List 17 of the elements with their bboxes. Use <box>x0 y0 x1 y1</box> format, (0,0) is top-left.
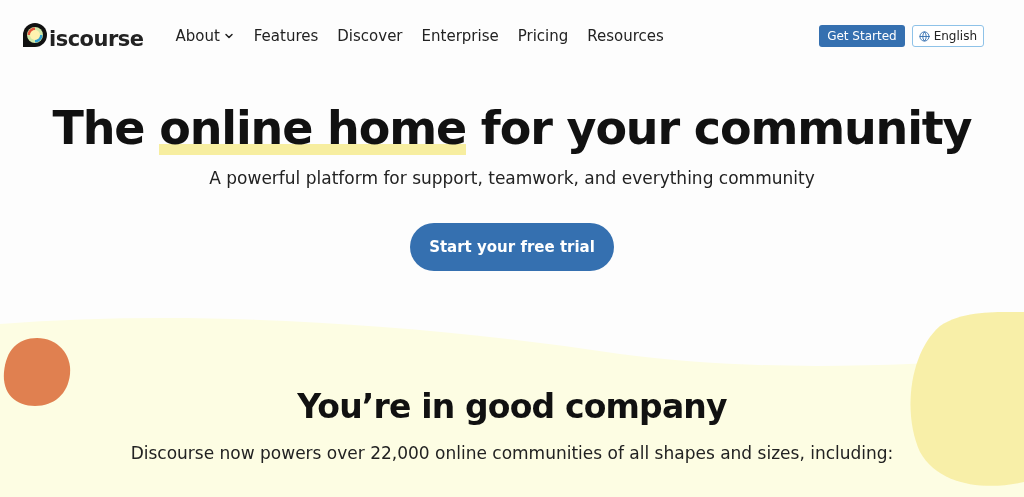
nav-link[interactable]: Enterprise <box>421 24 499 48</box>
logo-text[interactable]: iscourse <box>49 29 144 50</box>
logo-icon[interactable] <box>22 22 48 50</box>
get-started-button[interactable]: Get Started <box>819 25 905 47</box>
section-text: Discourse now powers over 22,000 online communities of all shapes and sizes, including: <box>130 442 894 466</box>
round-blob <box>2 336 72 408</box>
hero-subtitle: A powerful platform for support, teamwork, and everything community <box>209 166 815 190</box>
nav-link[interactable]: Pricing <box>517 24 569 48</box>
free-trial-button[interactable]: Start your free trial <box>410 223 614 271</box>
section-title: You’re in good company <box>297 386 727 428</box>
nav-link[interactable]: About <box>175 24 235 48</box>
globe-icon <box>918 30 930 42</box>
language-button[interactable]: English <box>911 25 984 47</box>
nav-link[interactable]: Features <box>253 24 319 48</box>
nav-link[interactable]: Discover <box>337 24 403 48</box>
nav-link[interactable]: Resources <box>587 24 664 48</box>
hero-title: The online home for your community <box>52 100 972 157</box>
